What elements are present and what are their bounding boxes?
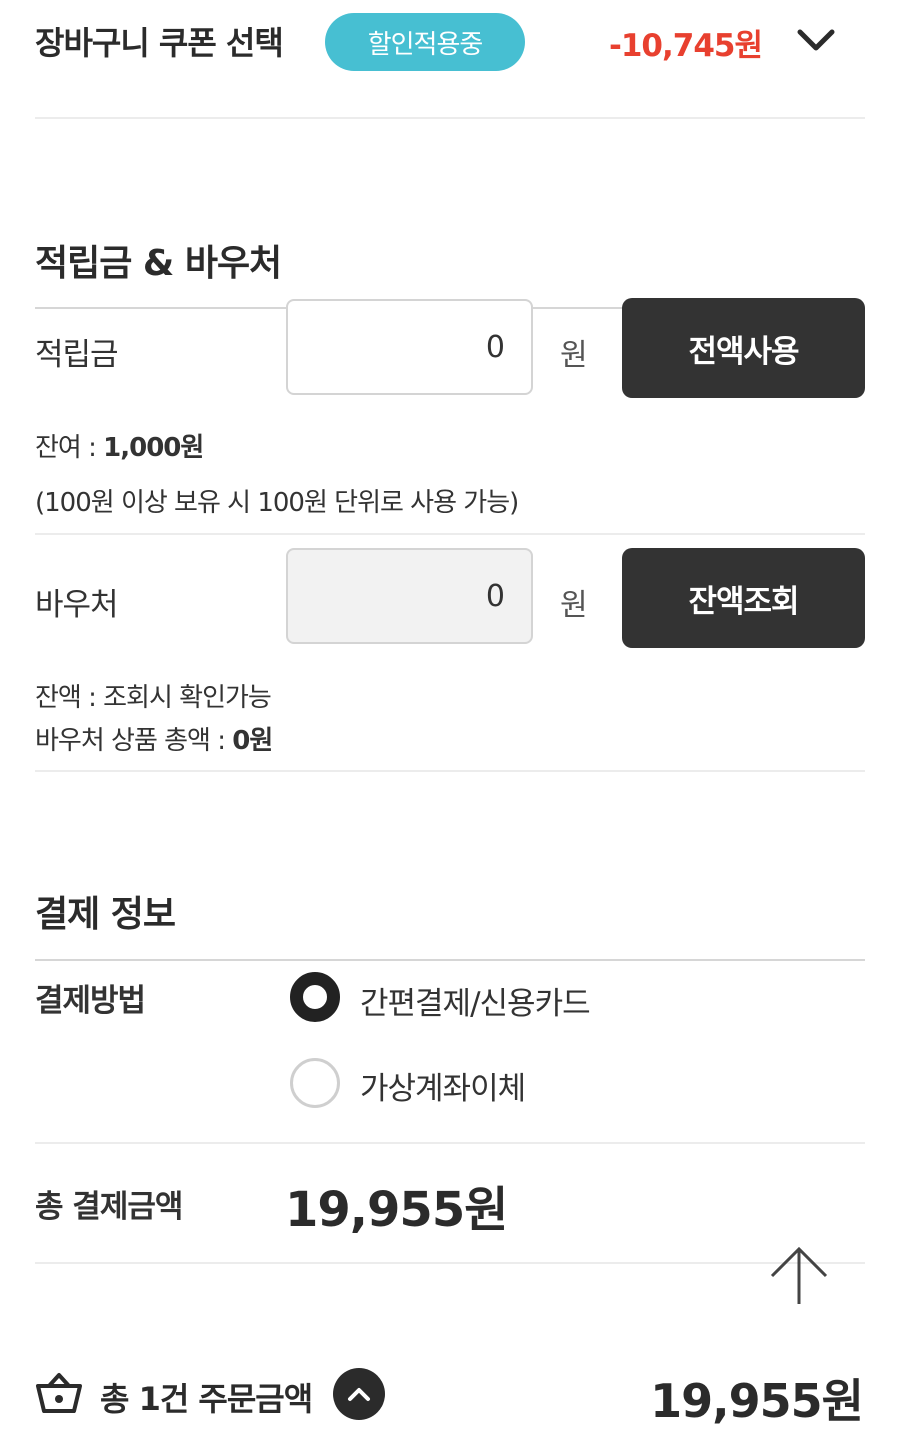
divider <box>35 533 865 535</box>
payment-section-title: 결제 정보 <box>35 894 176 935</box>
divider <box>35 770 865 772</box>
total-payment-label: 총 결제금액 <box>35 1189 183 1225</box>
use-all-points-button[interactable]: 전액사용 <box>622 298 865 398</box>
basket-icon <box>35 1372 83 1414</box>
discount-applied-badge: 할인적용중 <box>325 13 525 71</box>
coupon-discount-amount: -10,745원 <box>608 28 763 64</box>
points-unit: 원 <box>560 338 588 373</box>
card-payment-label[interactable]: 간편결제/신용카드 <box>360 978 591 1023</box>
chevron-down-icon[interactable] <box>796 24 836 56</box>
points-usage-note: (100원 이상 보유 시 100원 단위로 사용 가능) <box>35 488 519 518</box>
points-balance-label: 잔여 : <box>35 433 104 463</box>
voucher-unit: 원 <box>560 588 588 623</box>
voucher-total-value: 0원 <box>232 726 273 756</box>
radio-virtual-account[interactable] <box>290 1058 340 1108</box>
coupon-select-title[interactable]: 장바구니 쿠폰 선택 <box>35 18 284 64</box>
points-balance-value: 1,000원 <box>103 433 204 463</box>
points-voucher-section-title: 적립금 & 바우처 <box>35 243 282 284</box>
voucher-label: 바우처 <box>35 587 119 623</box>
divider <box>35 1262 865 1264</box>
radio-card-payment[interactable] <box>290 972 340 1022</box>
arrow-up-icon[interactable] <box>768 1244 830 1306</box>
virtual-account-label[interactable]: 가상계좌이체 <box>360 1063 526 1108</box>
order-count-label: 총 1건 주문금액 <box>100 1380 313 1418</box>
payment-method-label: 결제방법 <box>35 983 146 1019</box>
check-voucher-balance-button[interactable]: 잔액조회 <box>622 548 865 648</box>
order-total-amount: 19,955원 <box>650 1374 864 1428</box>
divider <box>35 1142 865 1144</box>
points-input[interactable] <box>286 299 533 395</box>
voucher-input <box>286 548 533 644</box>
section-divider <box>35 959 865 961</box>
chevron-up-icon[interactable] <box>333 1368 385 1420</box>
voucher-total: 바우처 상품 총액 : 0원 <box>35 720 273 757</box>
voucher-total-label: 바우처 상품 총액 : <box>35 726 233 756</box>
voucher-balance-text: 잔액 : 조회시 확인가능 <box>35 683 272 713</box>
divider <box>35 117 865 119</box>
total-payment-amount: 19,955원 <box>285 1182 508 1238</box>
points-label: 적립금 <box>35 337 119 373</box>
points-balance: 잔여 : 1,000원 <box>35 427 204 464</box>
